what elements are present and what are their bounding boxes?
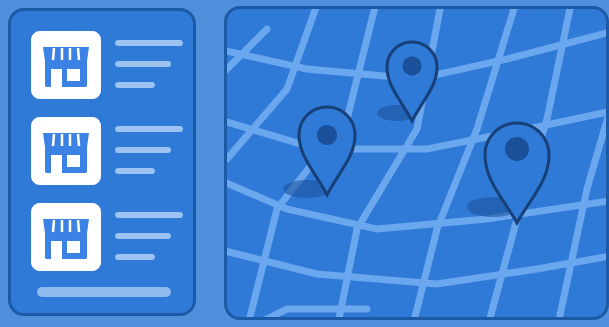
store-detail-placeholder xyxy=(115,254,155,260)
store-list-item[interactable] xyxy=(31,117,191,191)
store-detail-placeholder xyxy=(115,147,171,153)
store-icon xyxy=(43,133,89,173)
store-detail-placeholder xyxy=(115,61,171,67)
store-list-item[interactable] xyxy=(31,203,191,277)
map-panel[interactable] xyxy=(224,6,609,320)
store-name-placeholder xyxy=(115,212,183,218)
store-list-panel xyxy=(8,8,196,316)
store-tile xyxy=(31,203,101,271)
map-view[interactable] xyxy=(227,9,609,320)
list-footer-bar[interactable] xyxy=(37,287,171,297)
store-icon xyxy=(43,219,89,259)
store-tile xyxy=(31,31,101,99)
store-detail-placeholder xyxy=(115,168,155,174)
store-detail-placeholder xyxy=(115,233,171,239)
store-tile xyxy=(31,117,101,185)
store-name-placeholder xyxy=(115,40,183,46)
store-icon xyxy=(43,47,89,87)
store-name-placeholder xyxy=(115,126,183,132)
store-list-item[interactable] xyxy=(31,31,191,105)
store-detail-placeholder xyxy=(115,82,155,88)
